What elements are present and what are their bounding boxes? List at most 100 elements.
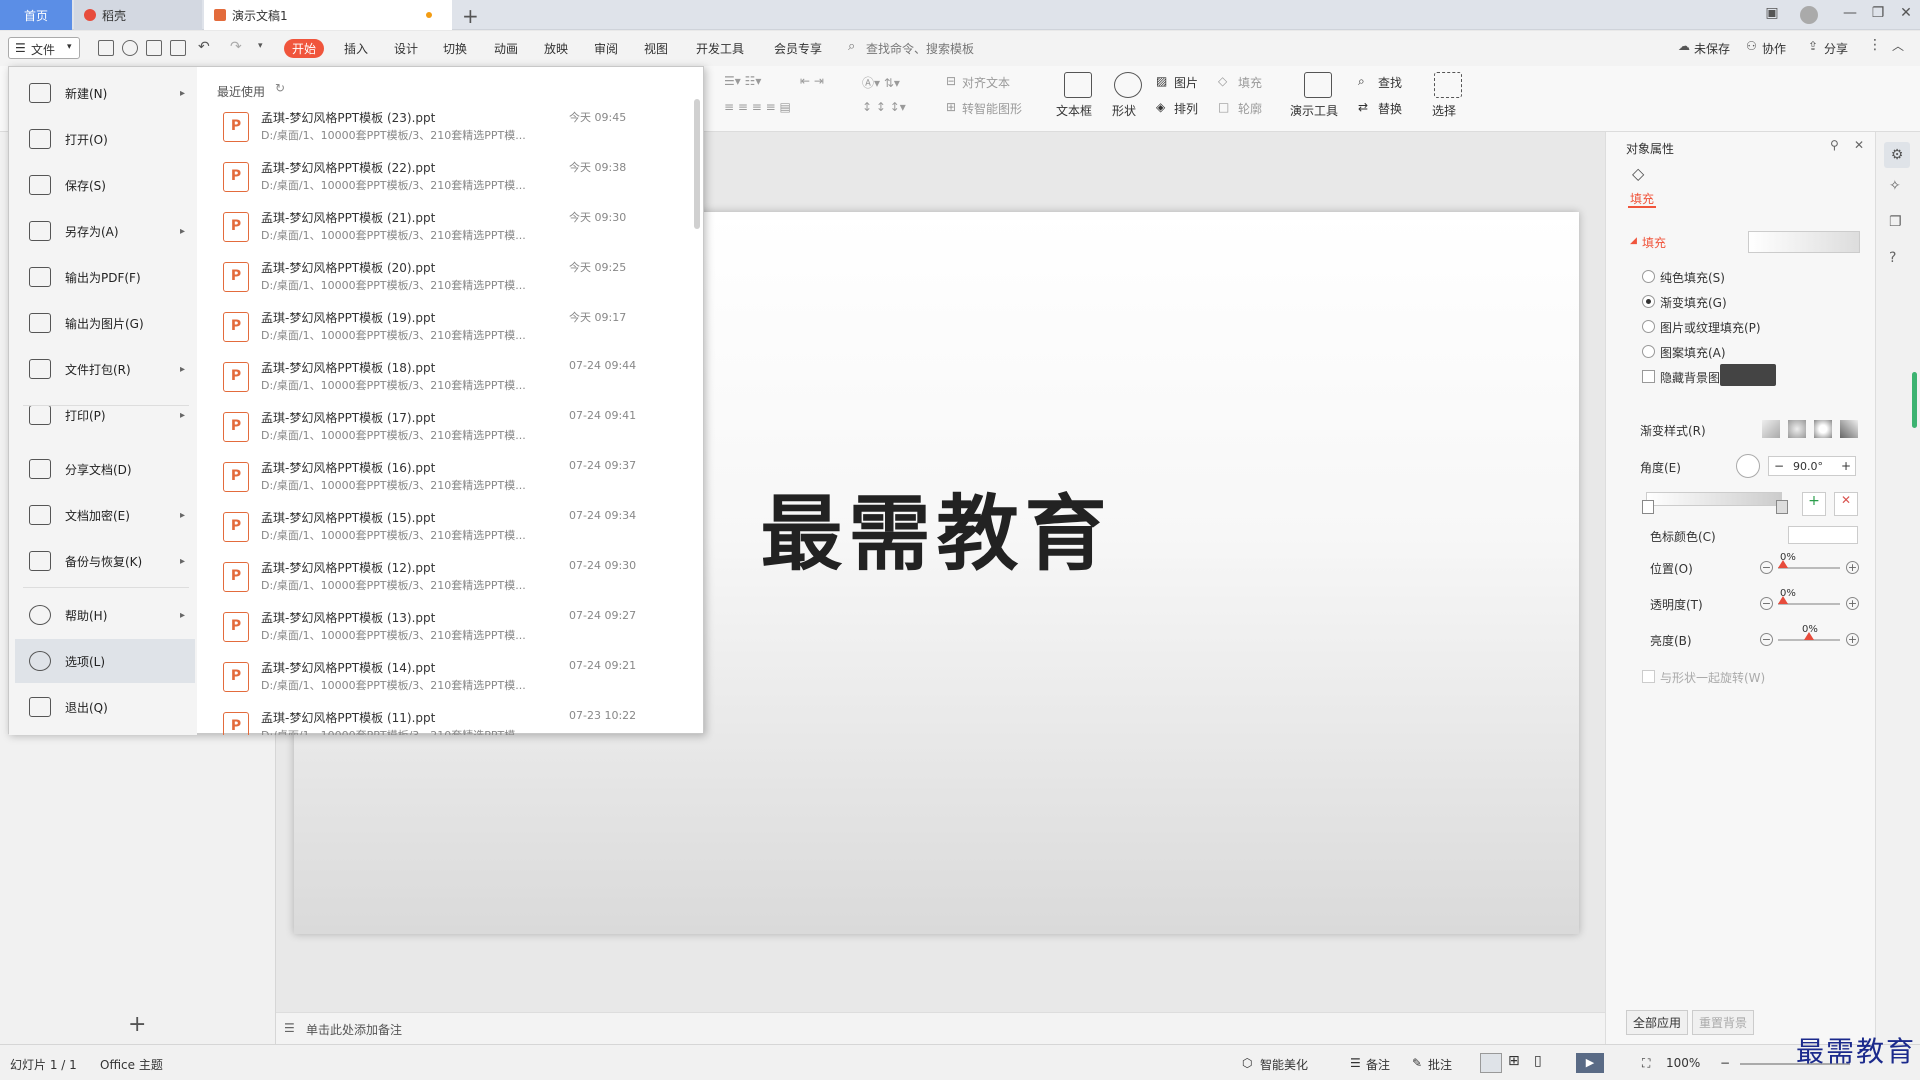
reading-view-icon[interactable]: ▯ (1534, 1053, 1542, 1069)
select-icon[interactable] (1434, 72, 1462, 98)
textbox-button[interactable]: 文本框 (1056, 102, 1092, 119)
recent-file-item[interactable]: P 孟琪-梦幻风格PPT模板 (18).ppt D:/桌面/1、10000套PPT模… (209, 353, 679, 403)
brightness-plus-icon[interactable]: + (1846, 633, 1859, 646)
outline-button[interactable]: 轮廓 (1238, 100, 1262, 117)
collab-button[interactable]: 协作 (1762, 40, 1786, 57)
brightness-minus-icon[interactable]: − (1760, 633, 1773, 646)
tab-animation[interactable]: 动画 (494, 40, 518, 57)
pane-close-icon[interactable]: ✕ (1854, 138, 1864, 152)
gradient-linear-icon[interactable] (1762, 420, 1780, 438)
section-caret-icon[interactable]: ◢ (1630, 236, 1637, 246)
transparency-minus-icon[interactable]: − (1760, 597, 1773, 610)
menu-backup[interactable]: 备份与恢复(K) ▸ (9, 539, 195, 583)
stop-color-dropdown[interactable] (1788, 526, 1858, 544)
menu-save[interactable]: 保存(S) (9, 163, 195, 207)
fill-bucket-icon[interactable]: ◇ (1632, 164, 1644, 183)
tab-docer[interactable]: 稻壳 (74, 0, 202, 30)
angle-stepper[interactable]: − 90.0° + (1768, 456, 1856, 476)
recent-file-item[interactable]: P 孟琪-梦幻风格PPT模板 (13).ppt D:/桌面/1、10000套PPT模… (209, 603, 679, 653)
tab-fill[interactable]: 填充 (1630, 190, 1654, 207)
command-search[interactable]: 查找命令、搜索模板 (866, 40, 974, 57)
radio-gradient-fill[interactable] (1642, 295, 1655, 308)
align-text-button[interactable]: 对齐文本 (962, 74, 1010, 91)
slides-icon[interactable]: ❐ (1889, 214, 1902, 230)
recent-file-item[interactable]: P 孟琪-梦幻风格PPT模板 (16).ppt D:/桌面/1、10000套PPT模… (209, 453, 679, 503)
indent-icon[interactable]: ⇤ ⇥ (800, 74, 824, 88)
tab-slideshow[interactable]: 放映 (544, 40, 568, 57)
menu-new[interactable]: 新建(N) ▸ (9, 71, 195, 115)
fit-icon[interactable]: ⛶ (1642, 1056, 1650, 1071)
bullet-list-icon[interactable]: ☰▾ ☷▾ (724, 74, 761, 88)
add-slide-icon[interactable]: + (128, 1012, 146, 1037)
restore-icon[interactable]: ❐ (1866, 5, 1890, 25)
refresh-icon[interactable]: ↻ (275, 81, 285, 95)
recent-file-item[interactable]: P 孟琪-梦幻风格PPT模板 (22).ppt D:/桌面/1、10000套PPT模… (209, 153, 679, 203)
add-stop-icon[interactable]: + (1802, 492, 1826, 516)
present-tool-button[interactable]: 演示工具 (1290, 102, 1338, 119)
collapse-ribbon-icon[interactable]: ︿ (1892, 37, 1904, 54)
find-button[interactable]: 查找 (1378, 74, 1402, 91)
apply-all-button[interactable]: 全部应用 (1626, 1010, 1689, 1035)
tab-member[interactable]: 会员专享 (774, 40, 822, 57)
transparency-plus-icon[interactable]: + (1846, 597, 1859, 610)
notes-placeholder[interactable]: 单击此处添加备注 (306, 1021, 402, 1038)
remove-stop-icon[interactable]: ✕ (1834, 492, 1858, 516)
play-icon[interactable]: ▶ (1576, 1053, 1604, 1073)
gradient-bar[interactable] (1646, 492, 1782, 506)
angle-minus-icon[interactable]: − (1774, 459, 1784, 473)
option-gradient-fill[interactable]: 渐变填充(G) (1660, 294, 1727, 311)
hide-bg-checkbox[interactable] (1642, 370, 1655, 383)
menu-encrypt[interactable]: 文档加密(E) ▸ (9, 493, 195, 537)
comments-button[interactable]: 批注 (1428, 1056, 1452, 1073)
menu-exit[interactable]: 退出(Q) (9, 685, 195, 729)
position-minus-icon[interactable]: − (1760, 561, 1773, 574)
rotate-with-shape-checkbox[interactable] (1642, 670, 1655, 683)
text-direction-icon[interactable]: Ⓐ▾ ⇅▾ (862, 74, 900, 91)
gradient-path-icon[interactable] (1840, 420, 1858, 438)
tab-view[interactable]: 视图 (644, 40, 668, 57)
tab-review[interactable]: 审阅 (594, 40, 618, 57)
recent-file-item[interactable]: P 孟琪-梦幻风格PPT模板 (21).ppt D:/桌面/1、10000套PPT模… (209, 203, 679, 253)
paragraph-align-icon[interactable]: ≡ ≡ ≡ ≡ ▤ (724, 100, 791, 114)
print-icon[interactable] (146, 40, 162, 56)
tab-insert[interactable]: 插入 (344, 40, 368, 57)
recent-file-item[interactable]: P 孟琪-梦幻风格PPT模板 (17).ppt D:/桌面/1、10000套PPT模… (209, 403, 679, 453)
new-tab-button[interactable]: + (462, 4, 479, 28)
recent-file-item[interactable]: P 孟琪-梦幻风格PPT模板 (15).ppt D:/桌面/1、10000套PPT模… (209, 503, 679, 553)
recent-file-item[interactable]: P 孟琪-梦幻风格PPT模板 (14).ppt D:/桌面/1、10000套PPT模… (209, 653, 679, 703)
gradient-rect-icon[interactable] (1814, 420, 1832, 438)
menu-export-image[interactable]: 输出为图片(G) (9, 301, 195, 345)
option-picture-fill[interactable]: 图片或纹理填充(P) (1660, 319, 1761, 336)
close-icon[interactable]: ✕ (1894, 5, 1918, 25)
properties-icon[interactable]: ⚙ (1884, 142, 1910, 168)
customize-icon[interactable]: ▾ (258, 41, 263, 51)
recent-file-item[interactable]: P 孟琪-梦幻风格PPT模板 (20).ppt D:/桌面/1、10000套PPT模… (209, 253, 679, 303)
menu-package[interactable]: 文件打包(R) ▸ (9, 347, 195, 391)
gradient-stop-end[interactable] (1776, 500, 1788, 514)
gradient-radial-icon[interactable] (1788, 420, 1806, 438)
menu-export-pdf[interactable]: 输出为PDF(F) (9, 255, 195, 299)
zoom-level[interactable]: 100% (1666, 1056, 1700, 1070)
pin-icon[interactable]: ⚲ (1830, 138, 1839, 152)
radio-pattern-fill[interactable] (1642, 345, 1655, 358)
minimize-icon[interactable]: — (1838, 5, 1862, 25)
arrange-button[interactable]: 排列 (1174, 100, 1198, 117)
menu-options[interactable]: 选项(L) (15, 639, 195, 683)
layout-icon[interactable]: ▣ (1760, 5, 1784, 25)
help-circle-icon[interactable]: ? (1889, 250, 1896, 266)
side-scroll-indicator[interactable] (1912, 372, 1917, 428)
animation-icon[interactable]: ✧ (1889, 178, 1901, 194)
picture-button[interactable]: 图片 (1174, 74, 1198, 91)
menu-share[interactable]: 分享文档(D) (9, 447, 195, 491)
share-button[interactable]: 分享 (1824, 40, 1848, 57)
menu-open[interactable]: 打开(O) (9, 117, 195, 161)
file-menu-button[interactable]: ☰ 文件 ▾ (8, 37, 80, 59)
avatar[interactable] (1800, 6, 1818, 24)
section-fill[interactable]: 填充 (1642, 234, 1666, 251)
option-pattern-fill[interactable]: 图案填充(A) (1660, 344, 1726, 361)
pane-title[interactable]: 对象属性 (1626, 140, 1674, 157)
tab-document[interactable]: 演示文稿1 (204, 0, 452, 30)
shape-icon[interactable] (1114, 72, 1142, 98)
shape-button[interactable]: 形状 (1112, 102, 1136, 119)
menu-save-as[interactable]: 另存为(A) ▸ (9, 209, 195, 253)
